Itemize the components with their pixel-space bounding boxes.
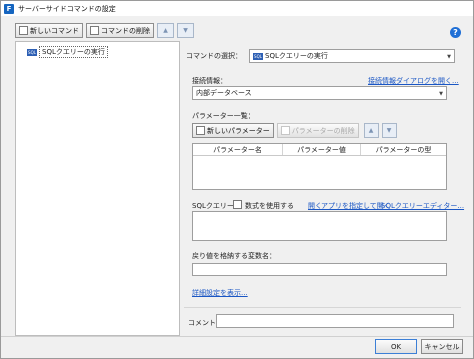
sql-editor-link[interactable]: SQLクエリーエディター... xyxy=(381,201,464,211)
return-variable-input[interactable] xyxy=(192,263,447,276)
down-arrow-icon: ▼ xyxy=(386,127,392,134)
column-header-name[interactable]: パラメーター名 xyxy=(193,144,283,155)
command-select-value: SQLクエリーの実行 xyxy=(265,52,328,60)
sql-icon: SQL xyxy=(27,48,37,56)
parameters-grid-header: パラメーター名 パラメーター値 パラメーターの型 xyxy=(193,144,446,156)
parameters-label: パラメーター一覧： xyxy=(192,112,255,120)
new-command-icon xyxy=(19,26,28,35)
delete-parameter-icon xyxy=(280,126,290,135)
return-variable-label: 戻り値を格納する変数名： xyxy=(192,252,276,260)
new-parameter-icon xyxy=(196,126,205,135)
move-down-button[interactable]: ▼ xyxy=(177,23,194,38)
delete-command-icon xyxy=(90,26,99,35)
show-advanced-settings-link[interactable]: 詳細設定を表示... xyxy=(192,288,248,298)
up-arrow-icon: ▲ xyxy=(163,27,168,34)
window-title: サーバーサイドコマンドの設定 xyxy=(18,4,116,13)
move-up-button[interactable]: ▲ xyxy=(157,23,174,38)
help-icon[interactable]: ? xyxy=(450,27,461,38)
new-command-button[interactable]: 新しいコマンド xyxy=(15,23,83,38)
comment-label: コメント xyxy=(188,319,216,327)
open-link[interactable]: 開く xyxy=(308,201,322,211)
parameter-up-button[interactable]: ▲ xyxy=(363,123,379,138)
title-bar: F サーバーサイドコマンドの設定 xyxy=(1,1,473,16)
divider xyxy=(184,307,461,308)
chevron-down-icon: ▼ xyxy=(447,54,451,60)
chevron-down-icon: ▼ xyxy=(439,91,443,97)
parameters-toolbar: 新しいパラメーター パラメーターの削除 ▲ ▼ xyxy=(192,123,397,138)
column-header-value[interactable]: パラメーター値 xyxy=(283,144,361,155)
down-arrow-icon: ▼ xyxy=(183,27,188,34)
command-tree[interactable]: SQL SQLクエリーの実行 xyxy=(15,41,180,336)
new-command-label: 新しいコマンド xyxy=(30,26,79,35)
sql-icon: SQL xyxy=(253,52,263,60)
tree-node-label: SQLクエリーの実行 xyxy=(39,46,108,58)
connection-label: 接続情報： xyxy=(192,77,227,85)
up-arrow-icon: ▲ xyxy=(368,127,374,134)
command-toolbar: 新しいコマンド コマンドの削除 ▲ ▼ xyxy=(15,23,194,38)
delete-parameter-button[interactable]: パラメーターの削除 xyxy=(276,123,359,138)
use-formula-label: 数式を使用する xyxy=(245,202,294,210)
connection-select-value: 内部データベース xyxy=(196,89,252,97)
new-parameter-label: 新しいパラメーター xyxy=(207,126,270,135)
command-select[interactable]: SQL SQLクエリーの実行 ▼ xyxy=(249,49,455,63)
command-settings-panel: コマンドの選択： SQL SQLクエリーの実行 ▼ 接続情報： 接続情報ダイアロ… xyxy=(184,41,464,336)
comment-input[interactable] xyxy=(216,314,454,328)
column-header-type[interactable]: パラメーターの型 xyxy=(361,144,446,155)
ok-button[interactable]: OK xyxy=(375,339,417,354)
parameters-grid[interactable]: パラメーター名 パラメーター値 パラメーターの型 xyxy=(192,143,447,190)
footer-divider xyxy=(1,336,473,337)
sql-query-label: SQLクエリー xyxy=(192,202,234,210)
open-connection-dialog-link[interactable]: 接続情報ダイアログを開く... xyxy=(368,76,459,86)
app-icon: F xyxy=(4,3,14,14)
sql-query-textarea[interactable] xyxy=(192,211,447,241)
connection-select[interactable]: 内部データベース ▼ xyxy=(192,86,447,100)
new-parameter-button[interactable]: 新しいパラメーター xyxy=(192,123,274,138)
dialog-window: F サーバーサイドコマンドの設定 新しいコマンド コマンドの削除 ▲ ▼ ? S… xyxy=(0,0,474,359)
delete-command-button[interactable]: コマンドの削除 xyxy=(86,23,154,38)
delete-parameter-label: パラメーターの削除 xyxy=(291,126,355,135)
command-select-label: コマンドの選択： xyxy=(186,52,242,60)
cancel-button[interactable]: キャンセル xyxy=(421,339,463,354)
delete-command-label: コマンドの削除 xyxy=(101,26,150,35)
parameter-down-button[interactable]: ▼ xyxy=(381,123,397,138)
use-formula-checkbox[interactable] xyxy=(233,200,242,209)
tree-node-sql-query[interactable]: SQL SQLクエリーの実行 xyxy=(27,46,108,58)
